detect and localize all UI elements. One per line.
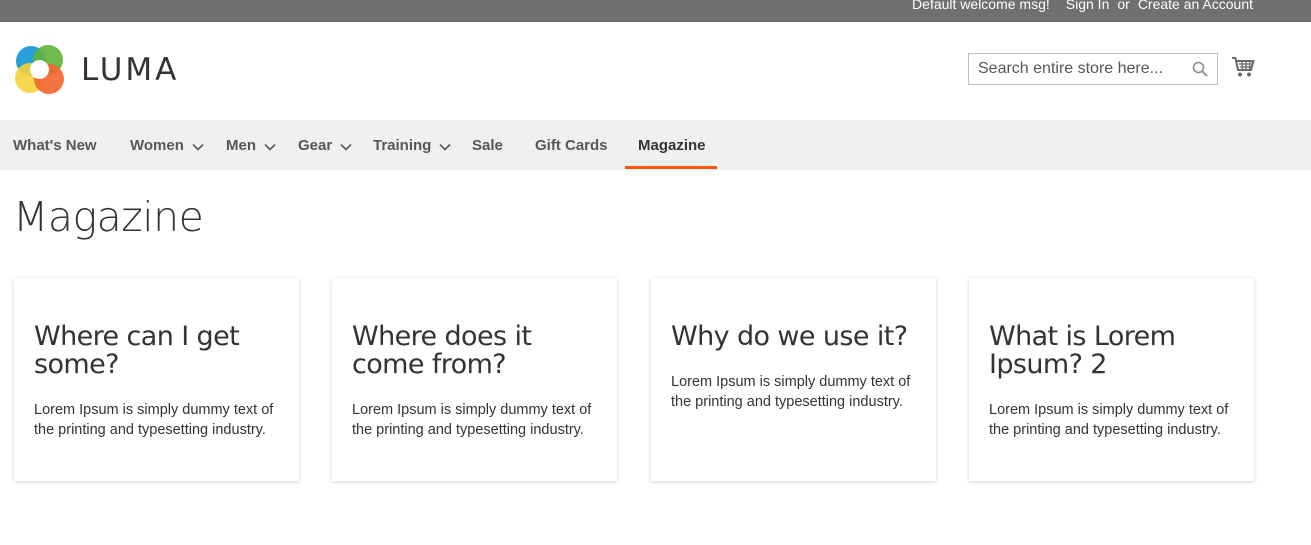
search-icon[interactable] [1192, 61, 1208, 82]
nav-item-label: Sale [472, 136, 503, 154]
nav-item-men[interactable]: Men [226, 120, 276, 170]
card-text: Lorem Ipsum is simply dummy text of the … [989, 402, 1229, 438]
card-text: Lorem Ipsum is simply dummy text of the … [34, 402, 274, 438]
magazine-card[interactable]: Where can I get some? Lorem Ipsum is sim… [14, 278, 299, 481]
nav-item-women[interactable]: Women [130, 120, 204, 170]
nav-item-sale[interactable]: Sale [472, 120, 503, 170]
nav-item-magazine[interactable]: Magazine [638, 120, 706, 170]
card-title[interactable]: Where can I get some? [34, 323, 284, 379]
nav-item-label: Women [130, 136, 184, 154]
page-title: Magazine [13, 193, 204, 241]
magazine-card[interactable]: Why do we use it? Lorem Ipsum is simply … [651, 278, 936, 481]
luma-logo-icon [15, 45, 64, 94]
magazine-card[interactable]: What is Lorem Ipsum? 2 Lorem Ipsum is si… [969, 278, 1254, 481]
welcome-message: Default welcome msg! [912, 0, 1050, 12]
main-navigation: What's New Women Men Gear Training Sale … [0, 120, 1311, 170]
nav-item-training[interactable]: Training [373, 120, 451, 170]
chevron-down-icon [439, 138, 451, 155]
top-bar: Default welcome msg! Sign In or Create a… [0, 0, 1311, 22]
active-nav-indicator [625, 166, 717, 169]
or-separator: or [1117, 0, 1130, 12]
nav-item-whats-new[interactable]: What's New [13, 120, 97, 170]
nav-item-gear[interactable]: Gear [298, 120, 352, 170]
card-text: Lorem Ipsum is simply dummy text of the … [671, 374, 911, 410]
chevron-down-icon [192, 138, 204, 155]
luma-logo[interactable]: LUMA [14, 44, 179, 95]
nav-item-gift-cards[interactable]: Gift Cards [535, 120, 608, 170]
nav-item-label: Gift Cards [535, 136, 608, 154]
chevron-down-icon [340, 138, 352, 155]
magazine-card[interactable]: Where does it come from? Lorem Ipsum is … [332, 278, 617, 481]
card-text: Lorem Ipsum is simply dummy text of the … [352, 402, 592, 438]
sign-in-link[interactable]: Sign In [1066, 0, 1110, 12]
site-header: LUMA [0, 22, 1311, 120]
create-account-link[interactable]: Create an Account [1138, 0, 1253, 12]
logo-text: LUMA [81, 51, 180, 88]
nav-item-label: Training [373, 136, 432, 154]
card-title[interactable]: Why do we use it? [671, 323, 921, 351]
search-box [968, 53, 1218, 85]
cart-icon[interactable] [1231, 56, 1255, 83]
chevron-down-icon [264, 138, 276, 155]
nav-item-label: Men [226, 136, 256, 154]
card-title[interactable]: What is Lorem Ipsum? 2 [989, 323, 1239, 379]
search-input[interactable] [969, 54, 1189, 84]
card-title[interactable]: Where does it come from? [352, 323, 602, 379]
nav-item-label: Magazine [638, 136, 706, 154]
nav-item-label: Gear [298, 136, 333, 154]
nav-item-label: What's New [13, 136, 97, 154]
header-links: Default welcome msg! Sign In or Create a… [912, 0, 1253, 12]
